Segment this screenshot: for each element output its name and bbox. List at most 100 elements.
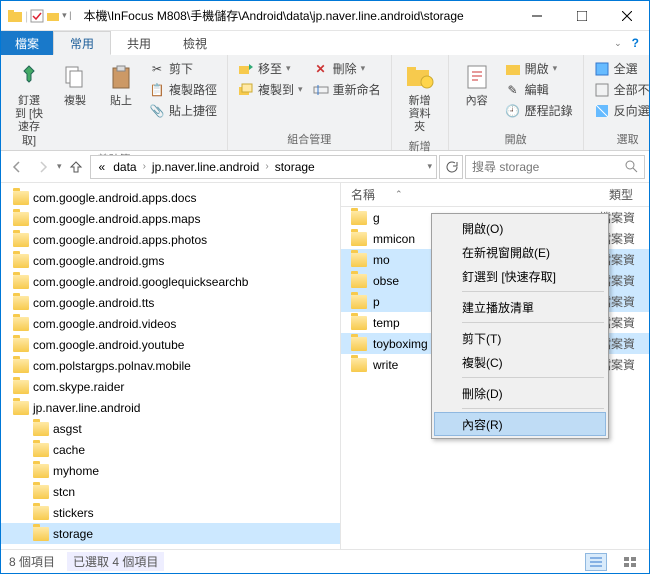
ctx-open[interactable]: 開啟(O) — [434, 216, 606, 240]
tree-item[interactable]: com.google.android.videos — [1, 313, 340, 334]
nav-tree[interactable]: com.google.android.apps.docscom.google.a… — [1, 183, 341, 549]
properties-button[interactable]: 內容 — [457, 59, 497, 110]
folder-icon — [351, 295, 367, 309]
crumb-item[interactable]: jp.naver.line.android — [148, 160, 263, 174]
tree-item[interactable]: asgst — [1, 418, 340, 439]
crumb-item[interactable]: data — [109, 160, 140, 174]
tree-item[interactable]: storage — [1, 523, 340, 544]
title-bar: | ▾ | 本機\InFocus M808\手機儲存\Android\data\… — [1, 1, 649, 31]
folder-icon — [13, 296, 29, 310]
folder-icon — [351, 316, 367, 330]
ctx-properties[interactable]: 內容(R) — [434, 412, 606, 436]
ctx-pin-quickaccess[interactable]: 釘選到 [快速存取] — [434, 264, 606, 288]
folder-icon — [33, 485, 49, 499]
separator — [462, 408, 604, 409]
tab-home[interactable]: 常用 — [53, 31, 111, 55]
new-folder-icon — [404, 61, 436, 93]
nav-bar: ▾ « data› jp.naver.line.android› storage… — [1, 151, 649, 183]
refresh-button[interactable] — [439, 155, 463, 179]
selectall-icon — [594, 61, 610, 77]
copy-to-button[interactable]: 複製到▾ — [236, 80, 305, 99]
copy-path-button[interactable]: 📋複製路徑 — [147, 80, 219, 99]
col-name[interactable]: 名稱 — [351, 186, 375, 203]
tree-item[interactable]: com.google.android.apps.docs — [1, 187, 340, 208]
group-label: 開啟 — [457, 130, 575, 148]
select-all-button[interactable]: 全選 — [592, 59, 650, 78]
view-icons-button[interactable] — [619, 553, 641, 571]
ctx-copy[interactable]: 複製(C) — [434, 350, 606, 374]
edit-button[interactable]: ✎編輯 — [503, 80, 575, 99]
close-button[interactable] — [604, 1, 649, 30]
breadcrumb[interactable]: « data› jp.naver.line.android› storage ▾ — [90, 155, 437, 179]
ctx-open-new-window[interactable]: 在新視窗開啟(E) — [434, 240, 606, 264]
ribbon-group-select: 全選 全部不選 反向選擇 選取 — [584, 55, 650, 150]
list-header[interactable]: 名稱 ⌃ 類型 — [341, 183, 649, 207]
qat-dropdown[interactable]: ▾ | — [62, 10, 71, 21]
crumb-dropdown[interactable]: ▾ — [427, 161, 432, 172]
tree-item[interactable]: com.google.android.youtube — [1, 334, 340, 355]
nav-forward-button[interactable] — [31, 155, 55, 179]
tree-item[interactable]: stickers — [1, 502, 340, 523]
search-input[interactable]: 搜尋 storage — [465, 155, 645, 179]
nav-history-dropdown[interactable]: ▾ — [57, 161, 62, 172]
paste-button[interactable]: 貼上 — [101, 59, 141, 110]
tree-item[interactable]: cache — [1, 439, 340, 460]
tree-item[interactable]: stcn — [1, 481, 340, 502]
tree-item-label: stcn — [53, 485, 75, 499]
tree-item[interactable]: com.polstargps.polnav.mobile — [1, 355, 340, 376]
status-bar: 8 個項目 已選取 4 個項目 — [1, 549, 649, 573]
folder-icon — [351, 274, 367, 288]
moveto-icon — [238, 61, 254, 77]
nav-up-button[interactable] — [64, 155, 88, 179]
folder-icon — [33, 464, 49, 478]
divider: | — [25, 9, 28, 23]
copy-button[interactable]: 複製 — [55, 59, 95, 110]
ctx-cut[interactable]: 剪下(T) — [434, 326, 606, 350]
tab-file[interactable]: 檔案 — [1, 31, 53, 55]
overflow-icon[interactable] — [46, 9, 60, 23]
folder-icon — [351, 211, 367, 225]
path-icon: 📋 — [149, 82, 165, 98]
tree-item[interactable]: com.google.android.tts — [1, 292, 340, 313]
tree-item[interactable]: com.google.android.googlequicksearchb — [1, 271, 340, 292]
folder-icon — [351, 358, 367, 372]
help-icon[interactable]: ? — [632, 36, 639, 50]
checkbox-icon[interactable] — [30, 9, 44, 23]
select-none-button[interactable]: 全部不選 — [592, 80, 650, 99]
paste-shortcut-button[interactable]: 📎貼上捷徑 — [147, 101, 219, 120]
delete-button[interactable]: ✕刪除▾ — [311, 59, 383, 78]
crumb-root[interactable]: « — [95, 160, 110, 174]
tab-view[interactable]: 檢視 — [167, 31, 223, 55]
ctx-create-playlist[interactable]: 建立播放清單 — [434, 295, 606, 319]
pin-quickaccess-button[interactable]: 釘選到 [快速存取] — [9, 59, 49, 150]
tree-item[interactable]: myhome — [1, 460, 340, 481]
tree-item[interactable]: com.skype.raider — [1, 376, 340, 397]
open-button[interactable]: 開啟▾ — [503, 59, 575, 78]
tree-item[interactable]: jp.naver.line.android — [1, 397, 340, 418]
separator — [462, 322, 604, 323]
maximize-button[interactable] — [559, 1, 604, 30]
tree-item[interactable]: com.google.android.apps.photos — [1, 229, 340, 250]
cut-button[interactable]: ✂剪下 — [147, 59, 219, 78]
tree-item[interactable]: com.google.android.gms — [1, 250, 340, 271]
nav-back-button[interactable] — [5, 155, 29, 179]
history-button[interactable]: 🕘歷程記錄 — [503, 101, 575, 120]
ribbon-collapse-icon[interactable]: ⌄ — [614, 38, 622, 49]
crumb-item[interactable]: storage — [271, 160, 319, 174]
rename-button[interactable]: 重新命名 — [311, 80, 383, 99]
sort-asc-icon[interactable]: ⌃ — [395, 189, 403, 200]
folder-icon — [13, 359, 29, 373]
folder-icon — [13, 191, 29, 205]
ctx-delete[interactable]: 刪除(D) — [434, 381, 606, 405]
view-details-button[interactable] — [585, 553, 607, 571]
selectnone-icon — [594, 82, 610, 98]
minimize-button[interactable] — [514, 1, 559, 30]
tab-share[interactable]: 共用 — [111, 31, 167, 55]
col-type[interactable]: 類型 — [599, 186, 649, 203]
new-folder-button[interactable]: 新增資料夾 — [400, 59, 440, 137]
folder-icon — [351, 232, 367, 246]
open-icon — [505, 61, 521, 77]
invert-selection-button[interactable]: 反向選擇 — [592, 101, 650, 120]
tree-item[interactable]: com.google.android.apps.maps — [1, 208, 340, 229]
move-to-button[interactable]: 移至▾ — [236, 59, 305, 78]
